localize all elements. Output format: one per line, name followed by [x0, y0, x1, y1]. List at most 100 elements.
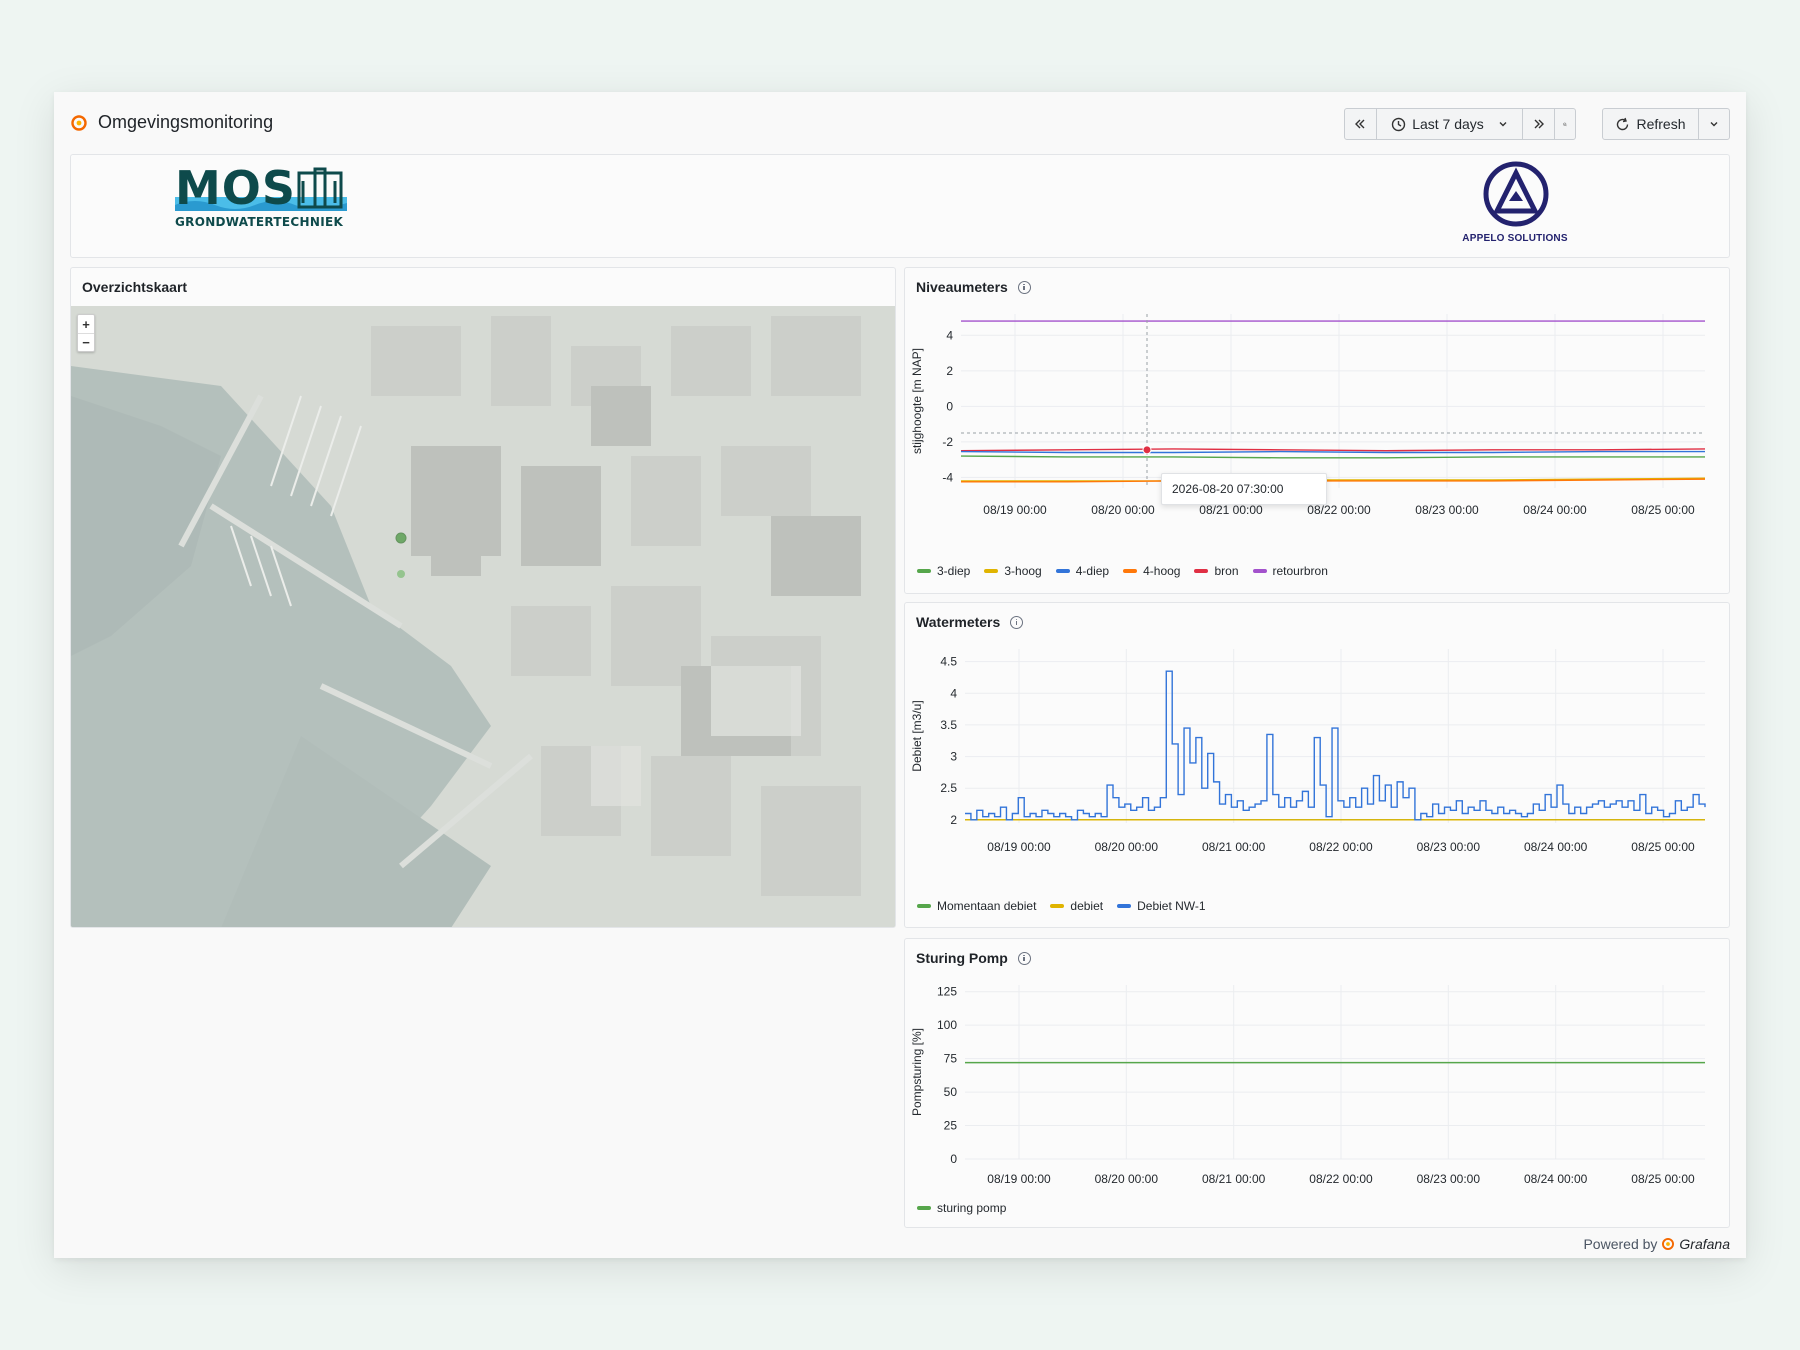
appelo-logo: APPELO SOLUTIONS	[1451, 161, 1579, 251]
legend-item[interactable]: 3-diep	[917, 564, 970, 578]
x-tick-label: 08/22 00:00	[1309, 840, 1373, 854]
dashboard-brand: Omgevingsmonitoring	[70, 112, 273, 133]
y-tick-label: -2	[942, 435, 953, 449]
grafana-small-logo-icon	[1662, 1238, 1675, 1250]
legend-item[interactable]: 4-hoog	[1123, 564, 1180, 578]
info-icon[interactable]	[1017, 951, 1031, 965]
zoom-out-icon	[1563, 122, 1567, 126]
info-icon[interactable]	[1010, 615, 1024, 629]
dashboard-title[interactable]: Omgevingsmonitoring	[98, 112, 273, 133]
map-panel-title[interactable]: Overzichtskaart	[82, 279, 187, 295]
legend-label: 4-hoog	[1143, 564, 1181, 578]
series-line-4-diep	[960, 450, 1705, 454]
y-tick-label: 4.5	[940, 655, 957, 669]
y-axis-label: stijghoogte [m NAP]	[910, 348, 924, 454]
powered-by-text: Powered by	[1583, 1236, 1658, 1252]
sturing-pomp-panel: Sturing Pomp 08/19 00:00 08/20 00:00 08/21…	[904, 938, 1730, 1228]
x-tick-label: 08/24 00:00	[1523, 503, 1587, 517]
legend-label: sturing pomp	[937, 1201, 1007, 1215]
refresh-button[interactable]: Refresh	[1603, 109, 1699, 139]
time-forward-button[interactable]	[1523, 109, 1555, 139]
map-zoom-control: + −	[77, 314, 95, 352]
appelo-emblem-icon	[1483, 161, 1549, 227]
chevrons-left-icon	[1355, 119, 1365, 129]
satellite-map[interactable]: + −	[71, 306, 895, 927]
y-tick-label: 25	[944, 1119, 958, 1133]
sturing-pomp-title-text: Sturing Pomp	[916, 950, 1008, 966]
legend-label: debiet	[1070, 899, 1104, 913]
sturing-pomp-chart[interactable]: 08/19 00:00 08/20 00:00 08/21 00:00 08/22 0…	[905, 977, 1729, 1207]
time-range-label: Last 7 days	[1412, 116, 1484, 132]
x-tick-label: 08/23 00:00	[1417, 1172, 1481, 1186]
info-icon[interactable]	[1017, 280, 1031, 294]
legend-item[interactable]: Debiet NW-1	[1117, 899, 1206, 913]
grafana-window: Omgevingsmonitoring Last 7 days Refresh	[54, 92, 1746, 1258]
legend-item[interactable]: sturing pomp	[917, 1201, 1006, 1215]
grafana-logo-icon	[71, 114, 87, 131]
y-tick-label: 3.5	[940, 718, 957, 732]
map-panel: Overzichtskaart + −	[70, 267, 896, 928]
y-tick-label: 2	[946, 364, 953, 378]
legend-swatch	[1055, 569, 1070, 573]
legend-swatch	[1123, 569, 1138, 573]
zoom-out-time-button[interactable]	[1555, 109, 1575, 139]
legend-swatch	[917, 904, 931, 908]
powered-by-footer[interactable]: Powered by Grafana	[1583, 1236, 1730, 1252]
legend-item[interactable]: retourbron	[1252, 564, 1328, 578]
map-imagery	[71, 306, 895, 927]
legend-label: 4-diep	[1075, 564, 1110, 578]
x-tick-label: 08/20 00:00	[1095, 1172, 1159, 1186]
tooltip-timestamp: 2026-08-20 07:30:00	[1172, 482, 1284, 496]
x-tick-label: 08/23 00:00	[1415, 503, 1479, 517]
y-tick-label: 0	[946, 399, 953, 413]
clock-icon	[1391, 117, 1406, 131]
top-bar: Omgevingsmonitoring Last 7 days Refresh	[54, 92, 1746, 154]
x-tick-label: 08/22 00:00	[1309, 1172, 1373, 1186]
map-zoom-out-button[interactable]: −	[78, 333, 94, 351]
refresh-interval-dropdown[interactable]	[1699, 109, 1729, 139]
y-tick-label: 2.5	[940, 781, 957, 795]
niveaumeters-title-text: Niveaumeters	[916, 279, 1008, 295]
y-tick-label: 4	[946, 328, 953, 342]
watermeters-panel-title[interactable]: Watermeters	[916, 614, 1024, 630]
hover-point	[1142, 445, 1152, 455]
niveaumeters-panel-title[interactable]: Niveaumeters	[916, 279, 1031, 295]
legend-item[interactable]: 3-hoog	[984, 564, 1042, 578]
legend-swatch	[1050, 904, 1065, 908]
map-zoom-in-button[interactable]: +	[78, 315, 94, 333]
y-axis-label: Pompsturing [%]	[910, 1028, 924, 1116]
sturing-pomp-legend: sturing pomp	[917, 1201, 1006, 1215]
mos-logo-subtitle: GRONDWATERTECHNIEK	[175, 215, 344, 229]
watermeters-chart[interactable]: 08/19 00:00 08/20 00:00 08/21 00:00 08/22 0…	[905, 641, 1729, 901]
x-tick-label: 08/25 00:00	[1631, 840, 1695, 854]
refresh-label: Refresh	[1636, 116, 1686, 132]
time-range-picker[interactable]: Last 7 days	[1377, 109, 1524, 139]
series-line-3-diep	[960, 455, 1705, 459]
niveaumeters-panel: Niveaumeters 08/19 00:00 08/20 00:00 08/21…	[904, 267, 1730, 594]
niveaumeters-chart[interactable]: 08/19 00:00 08/20 00:00 08/21 00:00 08/22 0…	[905, 306, 1729, 566]
legend-item[interactable]: Momentaan debiet	[917, 899, 1036, 913]
legend-swatch	[917, 569, 931, 573]
x-tick-label: 08/25 00:00	[1631, 503, 1695, 517]
x-tick-label: 08/19 00:00	[987, 1172, 1051, 1186]
chevron-down-icon	[1499, 122, 1507, 127]
legend-label: Debiet NW-1	[1137, 899, 1206, 913]
legend-label: 3-hoog	[1004, 564, 1042, 578]
sturing-pomp-panel-title[interactable]: Sturing Pomp	[916, 950, 1031, 966]
legend-item[interactable]: debiet	[1050, 899, 1103, 913]
map-panel-title-text: Overzichtskaart	[82, 279, 188, 295]
y-tick-label: 0	[950, 1152, 957, 1166]
y-tick-label: -4	[942, 470, 953, 484]
x-tick-label: 08/22 00:00	[1307, 503, 1371, 517]
time-back-button[interactable]	[1345, 109, 1377, 139]
legend-label: Momentaan debiet	[937, 899, 1037, 913]
legend-item[interactable]: bron	[1194, 564, 1239, 578]
y-tick-label: 2	[950, 813, 957, 827]
x-tick-label: 08/23 00:00	[1417, 840, 1481, 854]
legend-label: 3-diep	[937, 564, 971, 578]
x-tick-label: 08/19 00:00	[987, 840, 1051, 854]
legend-item[interactable]: 4-diep	[1055, 564, 1110, 578]
x-tick-label: 08/20 00:00	[1091, 503, 1155, 517]
y-tick-label: 125	[937, 985, 957, 999]
niveau-tooltip: 2026-08-20 07:30:00	[1161, 473, 1327, 505]
